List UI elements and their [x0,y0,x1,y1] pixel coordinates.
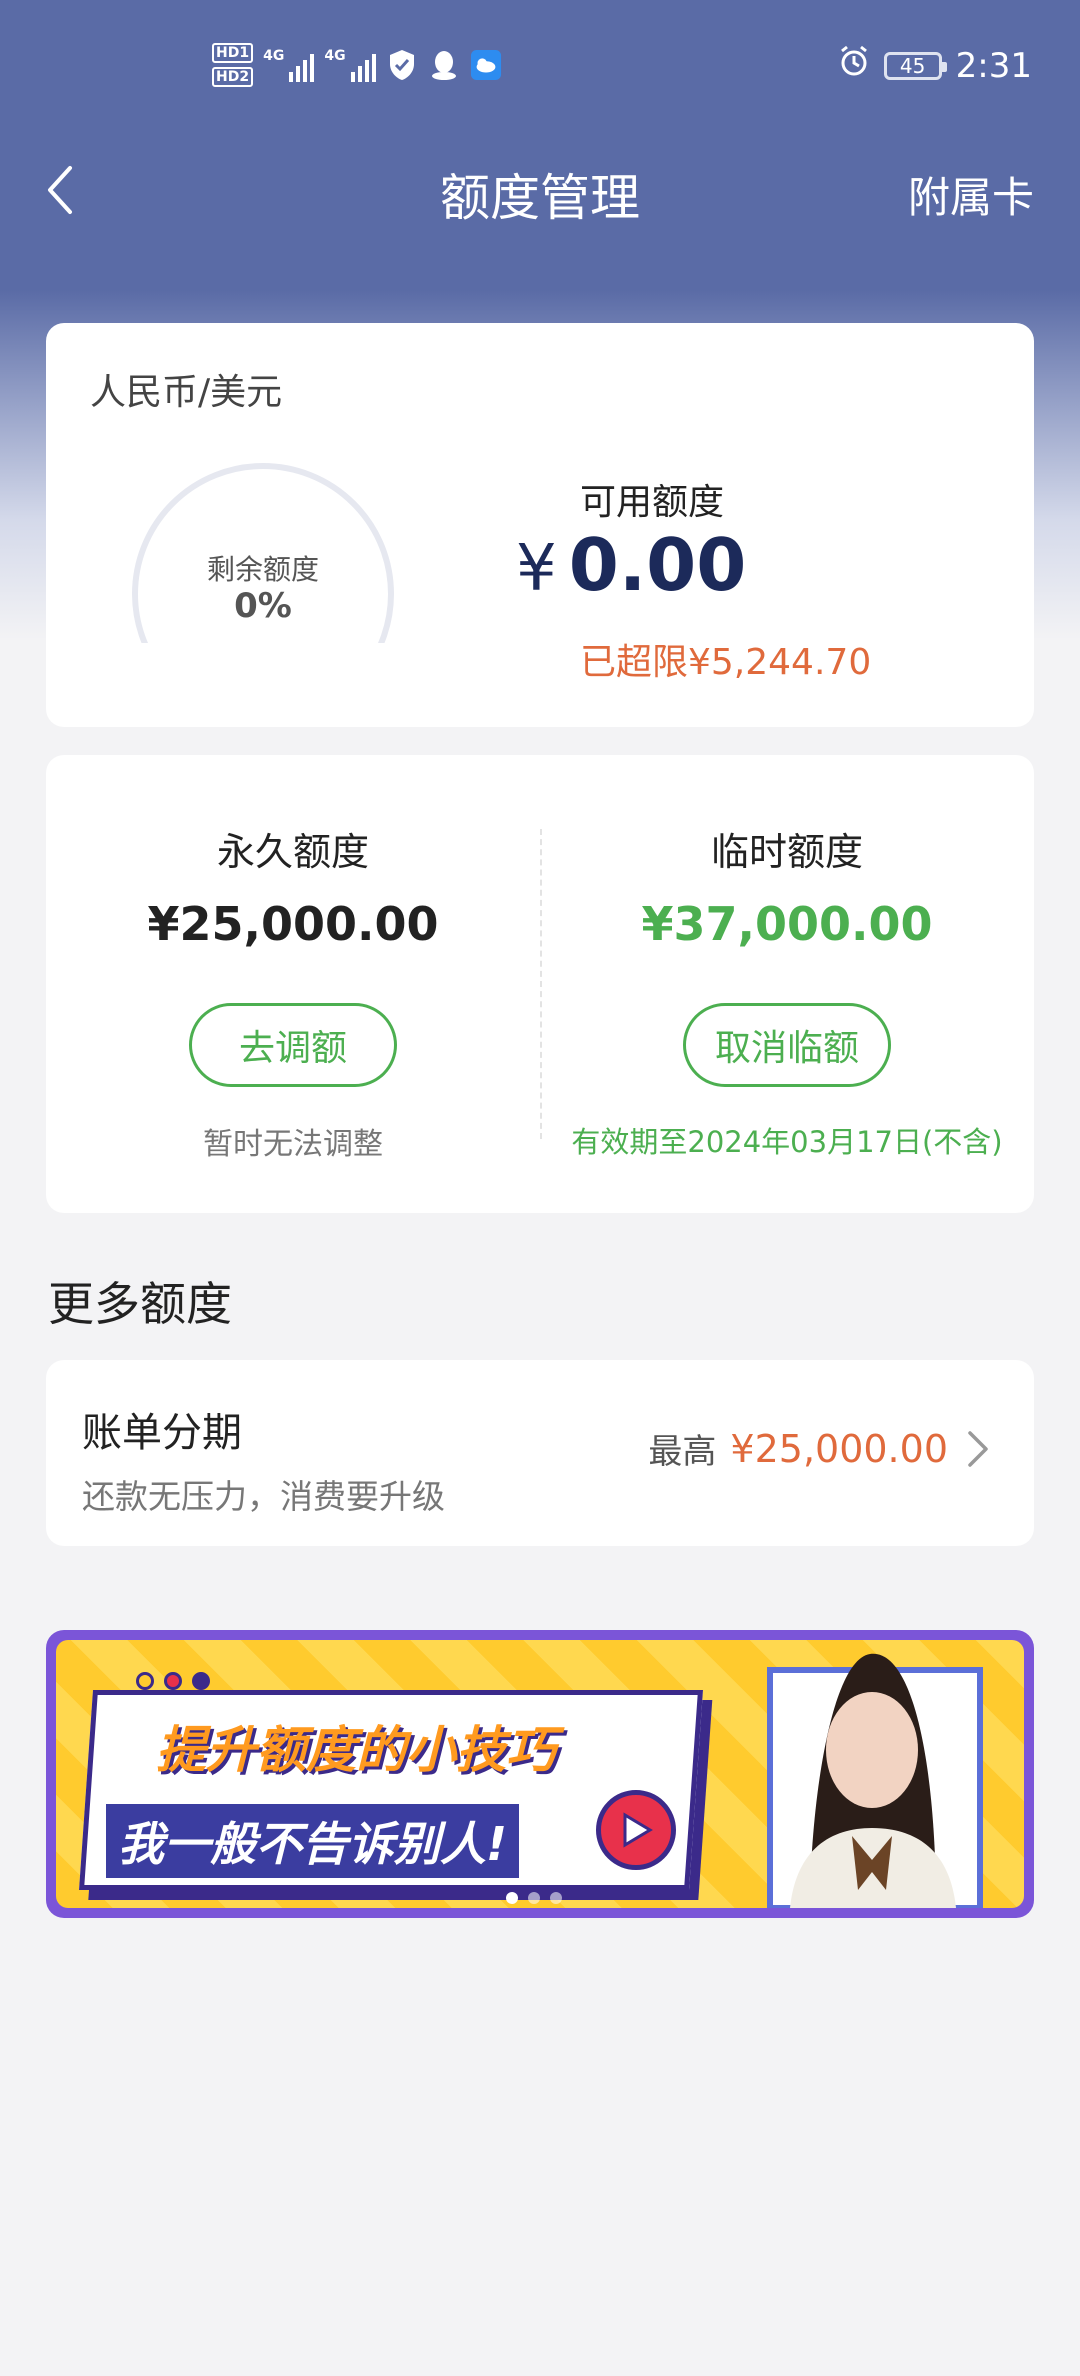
permanent-limit-note: 暂时无法调整 [203,1127,383,1162]
installment-title: 账单分期 [82,1410,242,1456]
window-dots-icon [136,1672,210,1690]
status-left: HD1 HD2 4G 4G [212,40,502,90]
battery-icon: 45 [883,51,947,80]
battery-level: 45 [899,53,926,78]
available-limit-amount: ¥ 0.00 [516,523,746,607]
presenter-photo [767,1653,983,1908]
network-type-2: 4G [324,48,346,64]
temporary-limit-validity: 有效期至2024年03月17日(不含) [571,1125,1003,1159]
adjust-limit-button[interactable]: 去调额 [189,1003,397,1087]
temporary-limit-column: 临时额度 ¥37,000.00 取消临额 有效期至2024年03月17日(不含) [540,755,1034,1213]
status-right: 45 2:31 [838,44,1032,87]
temporary-limit-title: 临时额度 [710,830,863,874]
installment-subtitle: 还款无压力，消费要升级 [82,1477,445,1516]
qq-icon [428,49,460,81]
cancel-temporary-limit-button[interactable]: 取消临额 [683,1003,891,1087]
remaining-limit-percent: 0% [234,586,292,626]
available-limit-card: 人民币/美元 剩余额度 0% 可用额度 ¥ 0.00 已超限¥5,244.70 [46,323,1034,727]
limit-types-card: 永久额度 ¥25,000.00 去调额 暂时无法调整 临时额度 ¥37,000.… [46,755,1034,1213]
installment-max-amount: ¥25,000.00 [730,1426,948,1471]
banner-pager [506,1892,562,1904]
permanent-limit-column: 永久额度 ¥25,000.00 去调额 暂时无法调整 [46,755,540,1213]
installment-amount-group: 最高 ¥25,000.00 [648,1424,992,1473]
banner-headline: 提升额度的小技巧 [156,1721,556,1779]
signal-icon-2: 4G [324,48,376,82]
hd1-label: HD1 [212,43,254,63]
banner-subheadline: 我一般不告诉别人! [106,1804,519,1878]
remaining-limit-label: 剩余额度 [206,553,319,586]
available-limit-value: 0.00 [568,523,747,607]
temporary-limit-amount: ¥37,000.00 [641,897,933,951]
play-icon [596,1790,676,1870]
overlimit-text: 已超限¥5,244.70 [580,642,872,683]
clock: 2:31 [955,45,1032,86]
more-limits-title: 更多额度 [48,1277,232,1331]
network-type-1: 4G [263,48,285,64]
pager-dot [506,1892,518,1904]
title-bar: 额度管理 附属卡 [0,140,1080,240]
chevron-right-icon [968,1430,988,1467]
signal-icon-1: 4G [263,48,315,82]
permanent-limit-amount: ¥25,000.00 [147,897,439,951]
pager-dot [528,1892,540,1904]
banner-background: 提升额度的小技巧 我一般不告诉别人! [56,1640,1024,1908]
promo-banner[interactable]: 提升额度的小技巧 我一般不告诉别人! [46,1630,1034,1918]
status-bar: HD1 HD2 4G 4G 45 2:31 [0,0,1080,130]
supplementary-card-button[interactable]: 附属卡 [908,164,1034,225]
installment-max-label: 最高 [648,1432,717,1472]
currency-label: 人民币/美元 [90,372,283,413]
currency-symbol: ¥ [516,532,557,606]
weather-icon [470,49,502,81]
permanent-limit-title: 永久额度 [216,830,369,874]
shield-icon [386,49,418,81]
alarm-icon [838,44,870,87]
available-limit-label: 可用额度 [580,482,725,523]
pager-dot [550,1892,562,1904]
hd-icon: HD1 HD2 [212,43,254,87]
hd2-label: HD2 [212,67,254,87]
installment-item[interactable]: 账单分期 还款无压力，消费要升级 最高 ¥25,000.00 [46,1360,1034,1546]
